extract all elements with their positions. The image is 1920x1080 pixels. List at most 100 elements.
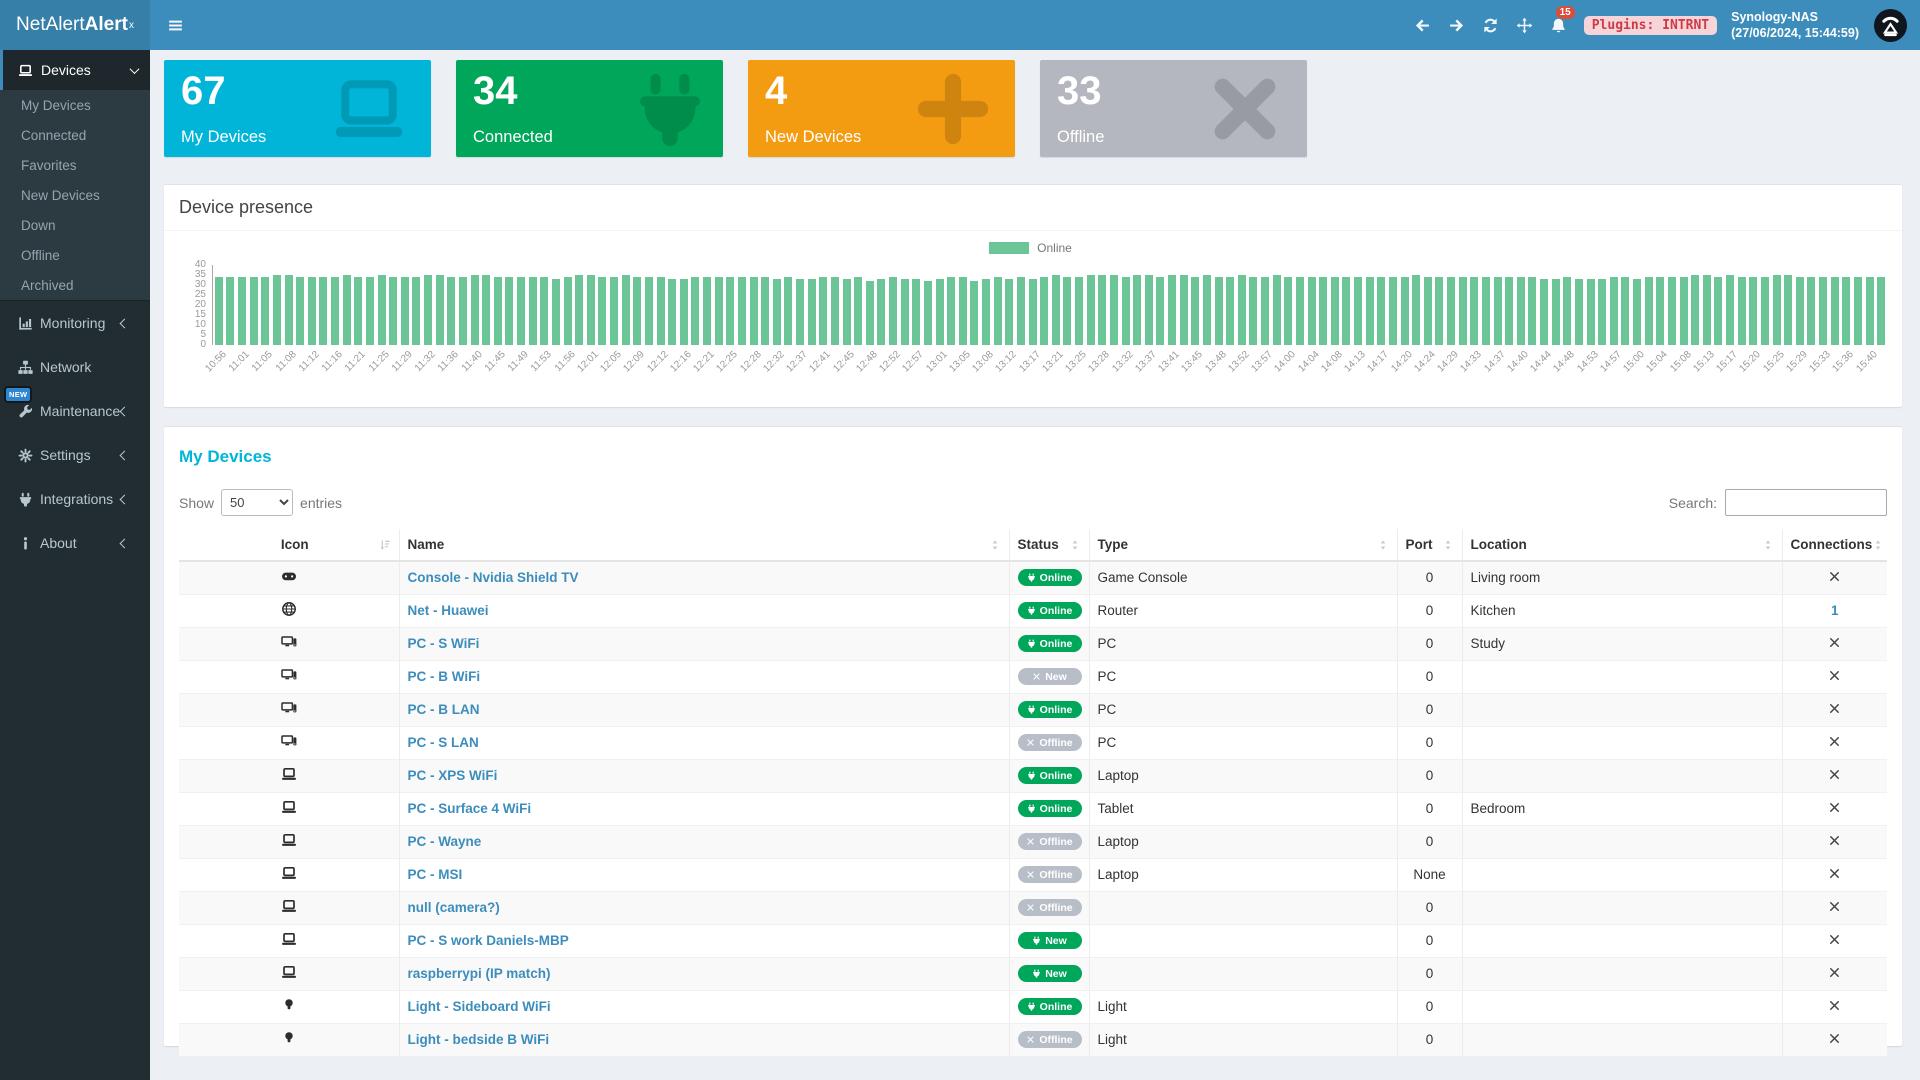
stat-cards-row: 67My Devices 34Connected 4New Devices 33Off… [164,60,1902,157]
x-tick-label: 15:00 [1621,349,1646,374]
stat-card-offline[interactable]: 33Offline [1040,60,1307,157]
sort-icon [1872,539,1884,551]
presence-bar [378,275,386,345]
presence-bar [1842,277,1850,345]
sidebar-subitem-offline[interactable]: Offline [0,240,150,270]
device-name-link[interactable]: PC - S work Daniels-MBP [408,933,569,948]
chart-legend[interactable]: Online [174,241,1887,255]
x-tick-label: 11:45 [483,349,508,374]
table-row: PC - S LANOfflinePC0 [179,726,1887,759]
plug-icon [1027,804,1036,813]
device-name-link[interactable]: PC - XPS WiFi [408,768,498,783]
column-header-name[interactable]: Name [399,529,1009,561]
sidebar-item-integrations[interactable]: Integrations [0,477,150,521]
presence-bar [1784,275,1792,345]
x-tick-label: 15:04 [1645,349,1670,374]
nav-back-button[interactable] [1406,0,1440,50]
plugins-status-badge[interactable]: Plugins: INTRNT [1584,16,1717,35]
user-avatar[interactable] [1873,8,1908,43]
device-type [1089,924,1397,957]
presence-bar [1156,277,1164,345]
presence-bar [819,277,827,345]
sidebar-item-monitoring[interactable]: Monitoring [0,301,150,345]
column-header-type[interactable]: Type [1089,529,1397,561]
column-label: Type [1098,537,1129,552]
device-name-link[interactable]: PC - S WiFi [408,636,480,651]
device-name-link[interactable]: Light - Sideboard WiFi [408,999,551,1014]
presence-bar [936,279,944,345]
sidebar-subitem-connected[interactable]: Connected [0,120,150,150]
fullscreen-button[interactable] [1508,0,1542,50]
app-logo[interactable]: NetAlertAlertx [0,0,150,50]
nav-forward-button[interactable] [1440,0,1474,50]
column-header-location[interactable]: Location [1462,529,1782,561]
x-tick-label: 11:01 [227,349,252,374]
device-type: Laptop [1089,858,1397,891]
device-name-link[interactable]: PC - MSI [408,867,463,882]
x-tick-label: 13:52 [1226,349,1251,374]
status-badge: Offline [1018,833,1082,850]
x-icon [1026,738,1035,747]
column-header-status[interactable]: Status [1009,529,1089,561]
column-header-port[interactable]: Port [1397,529,1462,561]
stat-card-new-devices[interactable]: 4New Devices [748,60,1015,157]
presence-bar [215,277,223,345]
column-header-icon[interactable]: Icon [179,529,399,561]
sort-icon [1762,539,1774,551]
sidebar-subitem-new-devices[interactable]: New Devices [0,180,150,210]
device-name-link[interactable]: Console - Nvidia Shield TV [408,570,579,585]
x-icon [1828,867,1841,880]
presence-bar [308,277,316,345]
page-length-select[interactable]: 50 [221,489,293,516]
show-label: Show [179,495,214,511]
x-tick-label: 11:32 [413,349,438,374]
sidebar-item-network[interactable]: Network [0,345,150,389]
refresh-button[interactable] [1474,0,1508,50]
status-badge: Online [1018,998,1082,1015]
device-name-link[interactable]: Net - Huawei [408,603,489,618]
presence-bar [1633,279,1641,345]
sidebar-subitem-down[interactable]: Down [0,210,150,240]
sidebar-subitem-favorites[interactable]: Favorites [0,150,150,180]
search-input[interactable] [1725,489,1887,516]
column-label: Icon [211,537,379,552]
device-name-link[interactable]: raspberrypi (IP match) [408,966,551,981]
presence-bar [1587,279,1595,345]
entries-label: entries [300,495,342,511]
sidebar-item-settings[interactable]: Settings [0,433,150,477]
connections-count-link[interactable]: 1 [1831,603,1839,618]
x-tick-label: 15:08 [1668,349,1693,374]
column-header-connections[interactable]: Connections [1782,529,1887,561]
presence-bar [575,275,583,345]
sidebar-item-about[interactable]: About [0,521,150,565]
presence-bar [529,277,537,345]
sidebar-item-devices[interactable]: Devices [0,50,150,90]
bulb-icon [281,997,297,1013]
x-tick-label: 15:13 [1691,349,1716,374]
device-name-link[interactable]: null (camera?) [408,900,500,915]
chevron-left-icon [120,538,130,548]
sidebar-subitem-my-devices[interactable]: My Devices [0,90,150,120]
sidebar-subitem-archived[interactable]: Archived [0,270,150,300]
x-tick-label: 13:41 [1156,349,1181,374]
sidebar-toggle-button[interactable] [158,0,192,50]
device-name-link[interactable]: PC - B WiFi [408,669,481,684]
new-version-badge[interactable]: NEW [4,386,32,403]
notifications-button[interactable]: 15 [1542,0,1576,50]
x-tick-label: 13:32 [1110,349,1135,374]
column-label: Status [1018,537,1059,552]
devices-submenu: My DevicesConnectedFavoritesNew DevicesD… [0,90,150,301]
table-row: Net - HuaweiOnlineRouter0Kitchen1 [179,594,1887,627]
x-tick-label: 14:17 [1366,349,1391,374]
x-icon [1828,966,1841,979]
presence-bar [633,277,641,345]
device-name-link[interactable]: Light - bedside B WiFi [408,1032,550,1047]
device-name-link[interactable]: PC - S LAN [408,735,479,750]
device-name-link[interactable]: PC - B LAN [408,702,480,717]
stat-card-my-devices[interactable]: 67My Devices [164,60,431,157]
laptop-icon [18,63,33,78]
stat-card-connected[interactable]: 34Connected [456,60,723,157]
device-name-link[interactable]: PC - Surface 4 WiFi [408,801,532,816]
device-name-link[interactable]: PC - Wayne [408,834,482,849]
presence-bar [1563,277,1571,345]
